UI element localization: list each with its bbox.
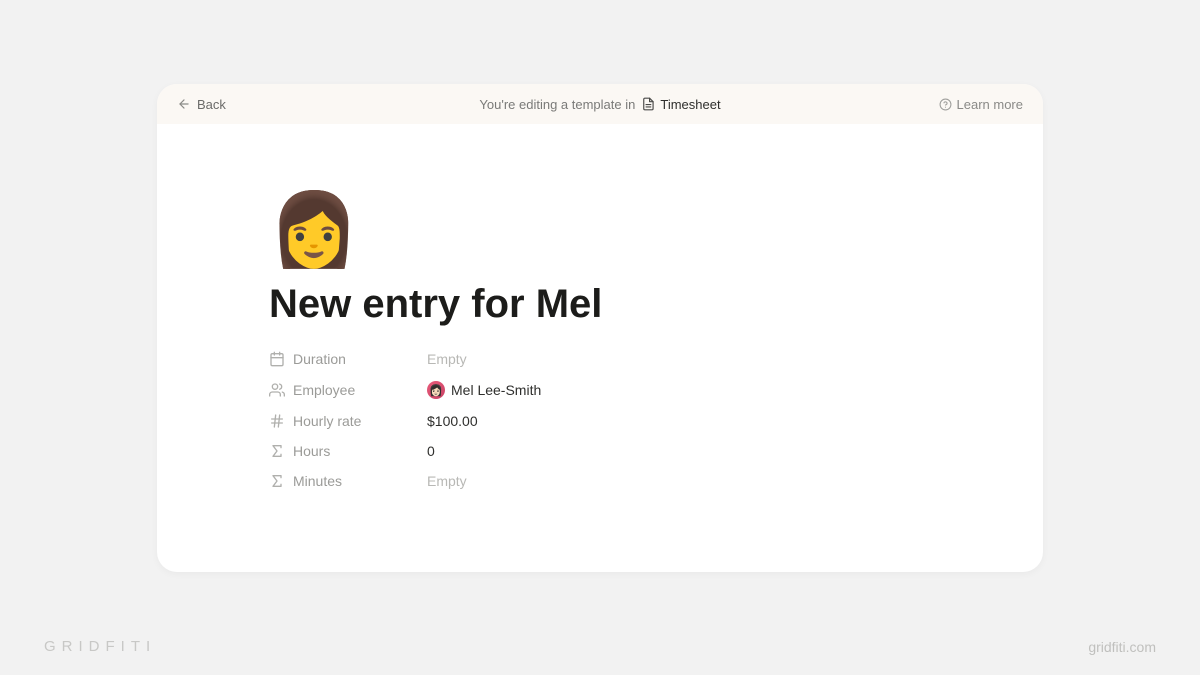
page-content: 👩 New entry for Mel Duration Empty Emplo… — [157, 124, 1043, 489]
template-name: Timesheet — [660, 97, 720, 112]
page-emoji[interactable]: 👩 — [269, 194, 933, 266]
property-label[interactable]: Duration — [269, 351, 427, 367]
property-list: Duration Empty Employee 👩🏻 Mel Lee-Smith… — [269, 351, 933, 489]
property-row-hourly-rate: Hourly rate $100.00 — [269, 413, 933, 429]
back-button[interactable]: Back — [177, 97, 226, 112]
property-row-duration: Duration Empty — [269, 351, 933, 367]
person-icon — [269, 382, 285, 398]
property-value[interactable]: $100.00 — [427, 413, 478, 429]
topbar-center: You're editing a template in Timesheet — [479, 97, 720, 112]
property-label[interactable]: Minutes — [269, 473, 427, 489]
arrow-left-icon — [177, 97, 191, 111]
learn-more-button[interactable]: Learn more — [939, 97, 1023, 112]
help-icon — [939, 98, 952, 111]
template-link[interactable]: Timesheet — [641, 97, 720, 112]
property-row-minutes: Minutes Empty — [269, 473, 933, 489]
footer-brand: GRIDFITI — [44, 638, 156, 655]
property-label[interactable]: Hours — [269, 443, 427, 459]
page-title[interactable]: New entry for Mel — [269, 282, 933, 327]
learn-more-label: Learn more — [957, 97, 1023, 112]
footer-url: gridfiti.com — [1088, 639, 1156, 655]
property-value[interactable]: Empty — [427, 473, 467, 489]
property-label[interactable]: Hourly rate — [269, 413, 427, 429]
property-value[interactable]: 0 — [427, 443, 435, 459]
date-icon — [269, 351, 285, 367]
page-card: Back You're editing a template in Timesh… — [157, 84, 1043, 572]
property-row-employee: Employee 👩🏻 Mel Lee-Smith — [269, 381, 933, 399]
property-row-hours: Hours 0 — [269, 443, 933, 459]
hash-icon — [269, 413, 285, 429]
sigma-icon — [269, 443, 285, 459]
property-value[interactable]: 👩🏻 Mel Lee-Smith — [427, 381, 541, 399]
editing-text: You're editing a template in — [479, 97, 635, 112]
back-label: Back — [197, 97, 226, 112]
property-label[interactable]: Employee — [269, 382, 427, 398]
page-icon — [641, 97, 655, 111]
avatar: 👩🏻 — [427, 381, 445, 399]
template-topbar: Back You're editing a template in Timesh… — [157, 84, 1043, 124]
sigma-icon — [269, 473, 285, 489]
property-value[interactable]: Empty — [427, 351, 467, 367]
